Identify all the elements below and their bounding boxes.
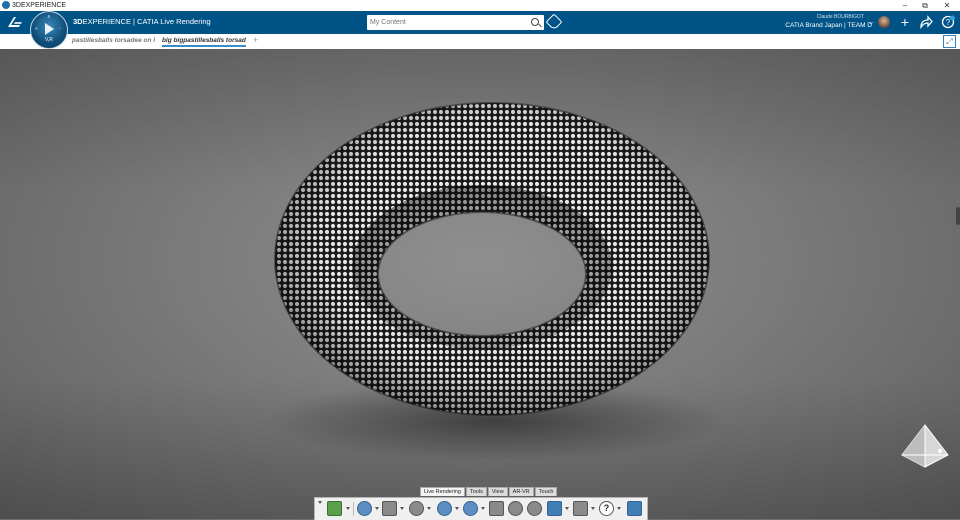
tab-bigpastillesballs[interactable]: big bigpastillesballs torsad (162, 37, 246, 47)
app-brand: 3DEXPERIENCE | CATIA Live Rendering (73, 17, 211, 26)
search-icon[interactable] (531, 18, 539, 26)
share-icon[interactable] (919, 15, 933, 30)
torus-model[interactable] (0, 49, 960, 519)
chevron-down-icon[interactable] (455, 507, 459, 510)
window-title: 3DEXPERIENCE (12, 2, 67, 9)
tab-touch[interactable]: Touch (534, 487, 558, 496)
3d-viewport[interactable] (0, 49, 960, 519)
chevron-down-icon[interactable]: ⌄ (864, 15, 878, 29)
fullscreen-icon[interactable]: ⤢ (943, 35, 956, 48)
chevron-down-icon[interactable] (427, 507, 431, 510)
restore-button[interactable]: ⧉ (915, 0, 935, 11)
compass-icon[interactable]: ∧ » ◦ V,R (30, 11, 68, 49)
tab-view[interactable]: View (487, 487, 508, 496)
add-tab-button[interactable]: + (253, 35, 258, 45)
settings-icon[interactable] (527, 501, 542, 516)
help-icon[interactable]: ? (599, 501, 614, 516)
camera-orbit-icon[interactable] (463, 501, 478, 516)
materials-icon[interactable] (409, 501, 424, 516)
compass-east-quad[interactable]: ◦ (59, 26, 61, 32)
avatar[interactable] (878, 16, 890, 28)
3d-compass-icon[interactable] (898, 421, 952, 471)
visibility-icon[interactable] (437, 501, 452, 516)
svg-text:?: ? (946, 18, 951, 27)
search-box[interactable] (367, 15, 544, 30)
camera-icon[interactable] (489, 501, 504, 516)
environment-icon[interactable] (357, 501, 372, 516)
tab-ar-vr[interactable]: AR-VR (508, 487, 534, 496)
search-input[interactable] (370, 16, 520, 28)
minimize-button[interactable]: – (895, 0, 915, 11)
compass-north-quad[interactable]: ∧ (47, 14, 51, 20)
chevron-down-icon[interactable] (617, 507, 621, 510)
capture-icon[interactable] (508, 501, 523, 516)
user-name: Claude BOURBIGOT (816, 14, 864, 20)
app-icon (2, 1, 10, 9)
help-icon[interactable]: ? (941, 15, 955, 29)
chevron-down-icon[interactable] (346, 507, 350, 510)
3ds-logo-icon[interactable] (6, 14, 24, 30)
chevron-down-icon[interactable] (400, 507, 404, 510)
tag-icon[interactable] (545, 13, 563, 31)
chevron-down-icon[interactable] (481, 507, 485, 510)
close-button[interactable]: ✕ (937, 0, 957, 11)
tab-live-rendering[interactable]: Live Rendering (420, 487, 465, 496)
options-icon[interactable] (573, 501, 588, 516)
user-org-selector[interactable]: CATIA Brand Japan | TEAM D (785, 22, 872, 29)
display-icon[interactable] (547, 501, 562, 516)
tab-bar: pastillesballs torsadee on l big bigpast… (0, 34, 960, 50)
brand-rest: EXPERIENCE | CATIA Live Rendering (82, 17, 211, 26)
chevron-down-icon[interactable] (375, 507, 379, 510)
separator (353, 502, 354, 516)
render-icon[interactable] (327, 501, 342, 516)
top-bar: 3DEXPERIENCE | CATIA Live Rendering Clau… (0, 11, 960, 34)
side-panel-handle[interactable] (956, 207, 960, 225)
compass-label: V,R (45, 37, 53, 43)
collapse-icon[interactable] (318, 501, 322, 504)
tab-pastillesballs[interactable]: pastillesballs torsadee on l (72, 37, 155, 44)
brand-bold: 3D (73, 17, 83, 26)
chevron-down-icon[interactable] (565, 507, 569, 510)
os-title-bar: 3DEXPERIENCE – ⧉ ✕ (0, 0, 960, 11)
compass-west-quad[interactable]: » (35, 26, 38, 32)
action-bar: ? (314, 497, 648, 520)
add-icon[interactable]: + (898, 15, 912, 29)
play-icon[interactable] (45, 23, 54, 35)
tab-tools[interactable]: Tools (466, 487, 487, 496)
stage-icon[interactable] (382, 501, 397, 516)
action-bar-tabs: Live Rendering Tools View AR-VR Touch (420, 487, 558, 496)
chevron-down-icon[interactable] (591, 507, 595, 510)
texture-icon[interactable] (627, 501, 642, 516)
